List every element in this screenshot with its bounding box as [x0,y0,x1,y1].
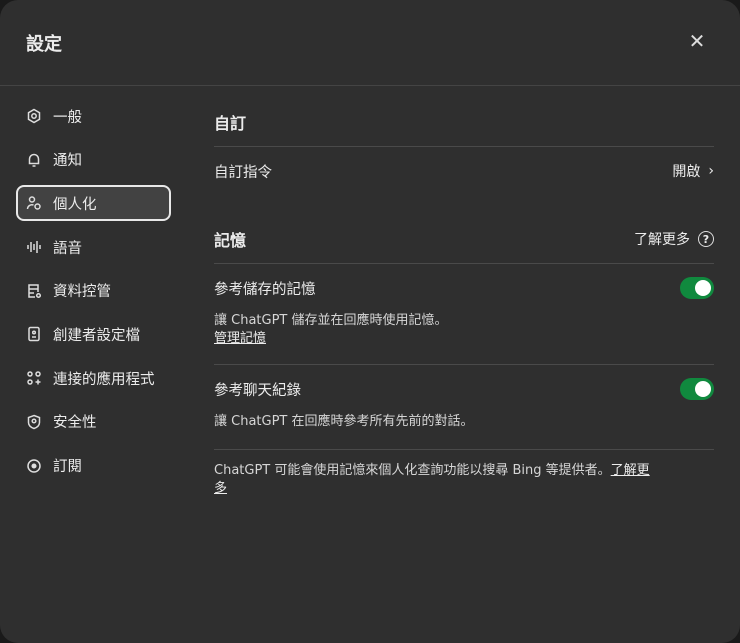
sidebar-item-security[interactable]: 安全性 [16,404,171,440]
sidebar-item-builder-profile[interactable]: 創建者設定檔 [16,316,171,352]
sidebar-item-label: 個人化 [53,196,97,213]
sidebar-item-label: 訂閱 [53,459,82,475]
learn-more-link[interactable]: 了解更多? [634,229,714,249]
chat-history-toggle[interactable] [680,378,714,400]
sidebar-item-notifications[interactable]: 通知 [16,142,171,178]
close-icon: ✕ [688,29,706,53]
saved-memory-label: 參考儲存的記憶 [214,281,316,298]
custom-instructions-label: 自訂指令 [214,164,272,181]
bell-icon [26,152,42,168]
sidebar-item-label: 安全性 [53,415,97,432]
person-icon [26,195,42,211]
sidebar-item-general[interactable]: 一般 [16,98,171,134]
manage-memory-link[interactable]: 管理記憶 [214,331,266,346]
gear-icon [26,108,42,124]
sidebar-item-subscription[interactable]: 訂閱 [16,448,171,484]
section-heading: 自訂 [214,114,247,133]
footer-text: ChatGPT 可能會使用記憶來個人化查詢功能以搜尋 Bing 等提供者。 [214,463,611,478]
description-text: 讓 ChatGPT 儲存並在回應時使用記憶。 [214,313,448,328]
sidebar-item-label: 資料控管 [53,284,111,301]
saved-memory-row: 參考儲存的記憶 [214,264,714,312]
chat-history-label: 參考聊天紀錄 [214,382,301,399]
apps-icon [26,370,42,386]
sidebar-item-label: 創建者設定檔 [53,327,140,344]
sidebar-item-data-controls[interactable]: 資料控管 [16,273,171,309]
memory-footer: ChatGPT 可能會使用記憶來個人化查詢功能以搜尋 Bing 等提供者。了解更… [214,450,654,498]
personalization-panel: 自訂 自訂指令 開啟 › 記憶 了解更多? 參考儲存的記憶 讓 ChatGPT 儲… [214,98,714,498]
modal-title: 設定 [26,34,62,55]
chevron-right-icon: › [708,163,714,179]
waveform-icon [26,239,42,255]
subscription-icon [26,458,42,474]
sidebar-item-label: 連接的應用程式 [53,371,155,388]
custom-section-title: 自訂 [214,98,714,146]
shield-icon [26,414,42,430]
close-button[interactable]: ✕ [684,28,710,54]
database-icon [26,283,42,299]
custom-instructions-row[interactable]: 自訂指令 開啟 › [214,147,714,195]
settings-modal: 設定 ✕ 一般 通知 個人化 語音 資料控管 創建者設定檔 連接的應用程式 安全… [0,0,740,643]
chat-history-row: 參考聊天紀錄 [214,365,714,413]
sidebar-item-label: 語音 [53,240,82,257]
saved-memory-description: 讓 ChatGPT 儲存並在回應時使用記憶。 管理記憶 [214,312,714,364]
learn-more-label: 了解更多 [634,232,690,248]
custom-instructions-status[interactable]: 開啟 › [672,161,714,181]
chat-history-description: 讓 ChatGPT 在回應時參考所有先前的對話。 [214,414,474,429]
sidebar-item-personalization[interactable]: 個人化 [16,185,171,222]
saved-memory-toggle[interactable] [680,277,714,299]
sidebar-item-label: 一般 [53,109,82,126]
sidebar: 一般 通知 個人化 語音 資料控管 創建者設定檔 連接的應用程式 安全性 訂閱 [16,98,171,491]
section-heading: 記憶 [214,231,247,250]
status-value: 開啟 [672,164,701,180]
question-icon: ? [698,231,714,247]
sidebar-item-label: 通知 [53,153,82,170]
modal-header: 設定 ✕ [0,0,740,86]
id-badge-icon [26,326,42,342]
sidebar-item-voice[interactable]: 語音 [16,229,171,265]
memory-section-header: 記憶 了解更多? [214,215,714,263]
sidebar-item-connected-apps[interactable]: 連接的應用程式 [16,360,171,396]
